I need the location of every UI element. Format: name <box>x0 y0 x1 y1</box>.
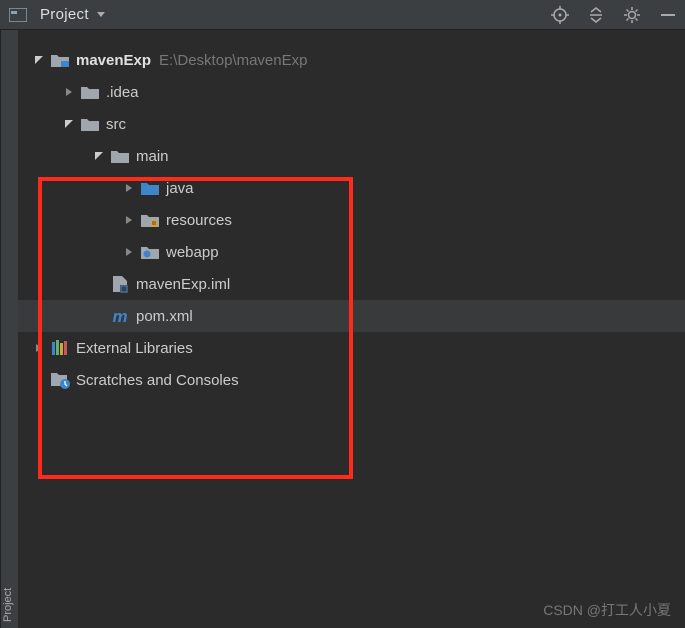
folder-label: java <box>166 180 194 197</box>
folder-label: main <box>136 148 169 165</box>
tree-root-mavenExp[interactable]: mavenExp E:\Desktop\mavenExp <box>18 44 685 76</box>
tree-item-java[interactable]: java <box>18 172 685 204</box>
tree-item-pom[interactable]: m pom.xml <box>18 300 685 332</box>
library-icon <box>50 338 70 358</box>
collapse-arrow-icon[interactable] <box>32 341 46 355</box>
hide-icon[interactable] <box>659 6 677 24</box>
scratches-label: Scratches and Consoles <box>76 372 239 389</box>
resources-folder-icon <box>140 210 160 230</box>
maven-file-icon: m <box>110 306 130 326</box>
folder-label: src <box>106 116 126 133</box>
dropdown-arrow-icon[interactable] <box>95 10 107 20</box>
folder-label: resources <box>166 212 232 229</box>
collapse-arrow-icon[interactable] <box>62 85 76 99</box>
folder-icon <box>80 82 100 102</box>
source-folder-icon <box>140 178 160 198</box>
web-folder-icon <box>140 242 160 262</box>
module-folder-icon <box>50 50 70 70</box>
locate-icon[interactable] <box>551 6 569 24</box>
tree-item-idea[interactable]: .idea <box>18 76 685 108</box>
collapse-all-icon[interactable] <box>587 6 605 24</box>
expand-arrow-icon[interactable] <box>92 149 106 163</box>
tree-item-external-libraries[interactable]: External Libraries <box>18 332 685 364</box>
gear-icon[interactable] <box>623 6 641 24</box>
tree-item-scratches[interactable]: Scratches and Consoles <box>18 364 685 396</box>
folder-label: .idea <box>106 84 139 101</box>
scratches-icon <box>50 370 70 390</box>
folder-label: webapp <box>166 244 219 261</box>
tree-item-iml[interactable]: mavenExp.iml <box>18 268 685 300</box>
file-label: mavenExp.iml <box>136 276 230 293</box>
project-toolbar: Project <box>0 0 685 30</box>
expand-arrow-icon[interactable] <box>32 53 46 67</box>
tree-item-resources[interactable]: resources <box>18 204 685 236</box>
expand-arrow-icon[interactable] <box>62 117 76 131</box>
collapse-arrow-icon[interactable] <box>122 181 136 195</box>
file-label: pom.xml <box>136 308 193 325</box>
tree-item-src[interactable]: src <box>18 108 685 140</box>
tree-item-main[interactable]: main <box>18 140 685 172</box>
folder-icon <box>80 114 100 134</box>
root-path: E:\Desktop\mavenExp <box>159 52 307 69</box>
side-tool-rail[interactable]: Project <box>0 30 18 628</box>
iml-file-icon <box>110 274 130 294</box>
ext-libs-label: External Libraries <box>76 340 193 357</box>
watermark: CSDN @打工人小夏 <box>543 600 671 620</box>
tree-item-webapp[interactable]: webapp <box>18 236 685 268</box>
side-rail-project-label[interactable]: Project <box>2 588 14 622</box>
collapse-arrow-icon[interactable] <box>122 213 136 227</box>
project-tree: mavenExp E:\Desktop\mavenExp .idea src m… <box>18 30 685 628</box>
folder-icon <box>110 146 130 166</box>
collapse-arrow-icon[interactable] <box>122 245 136 259</box>
project-icon <box>8 5 28 25</box>
root-name: mavenExp <box>76 52 151 69</box>
toolbar-title[interactable]: Project <box>40 6 89 23</box>
